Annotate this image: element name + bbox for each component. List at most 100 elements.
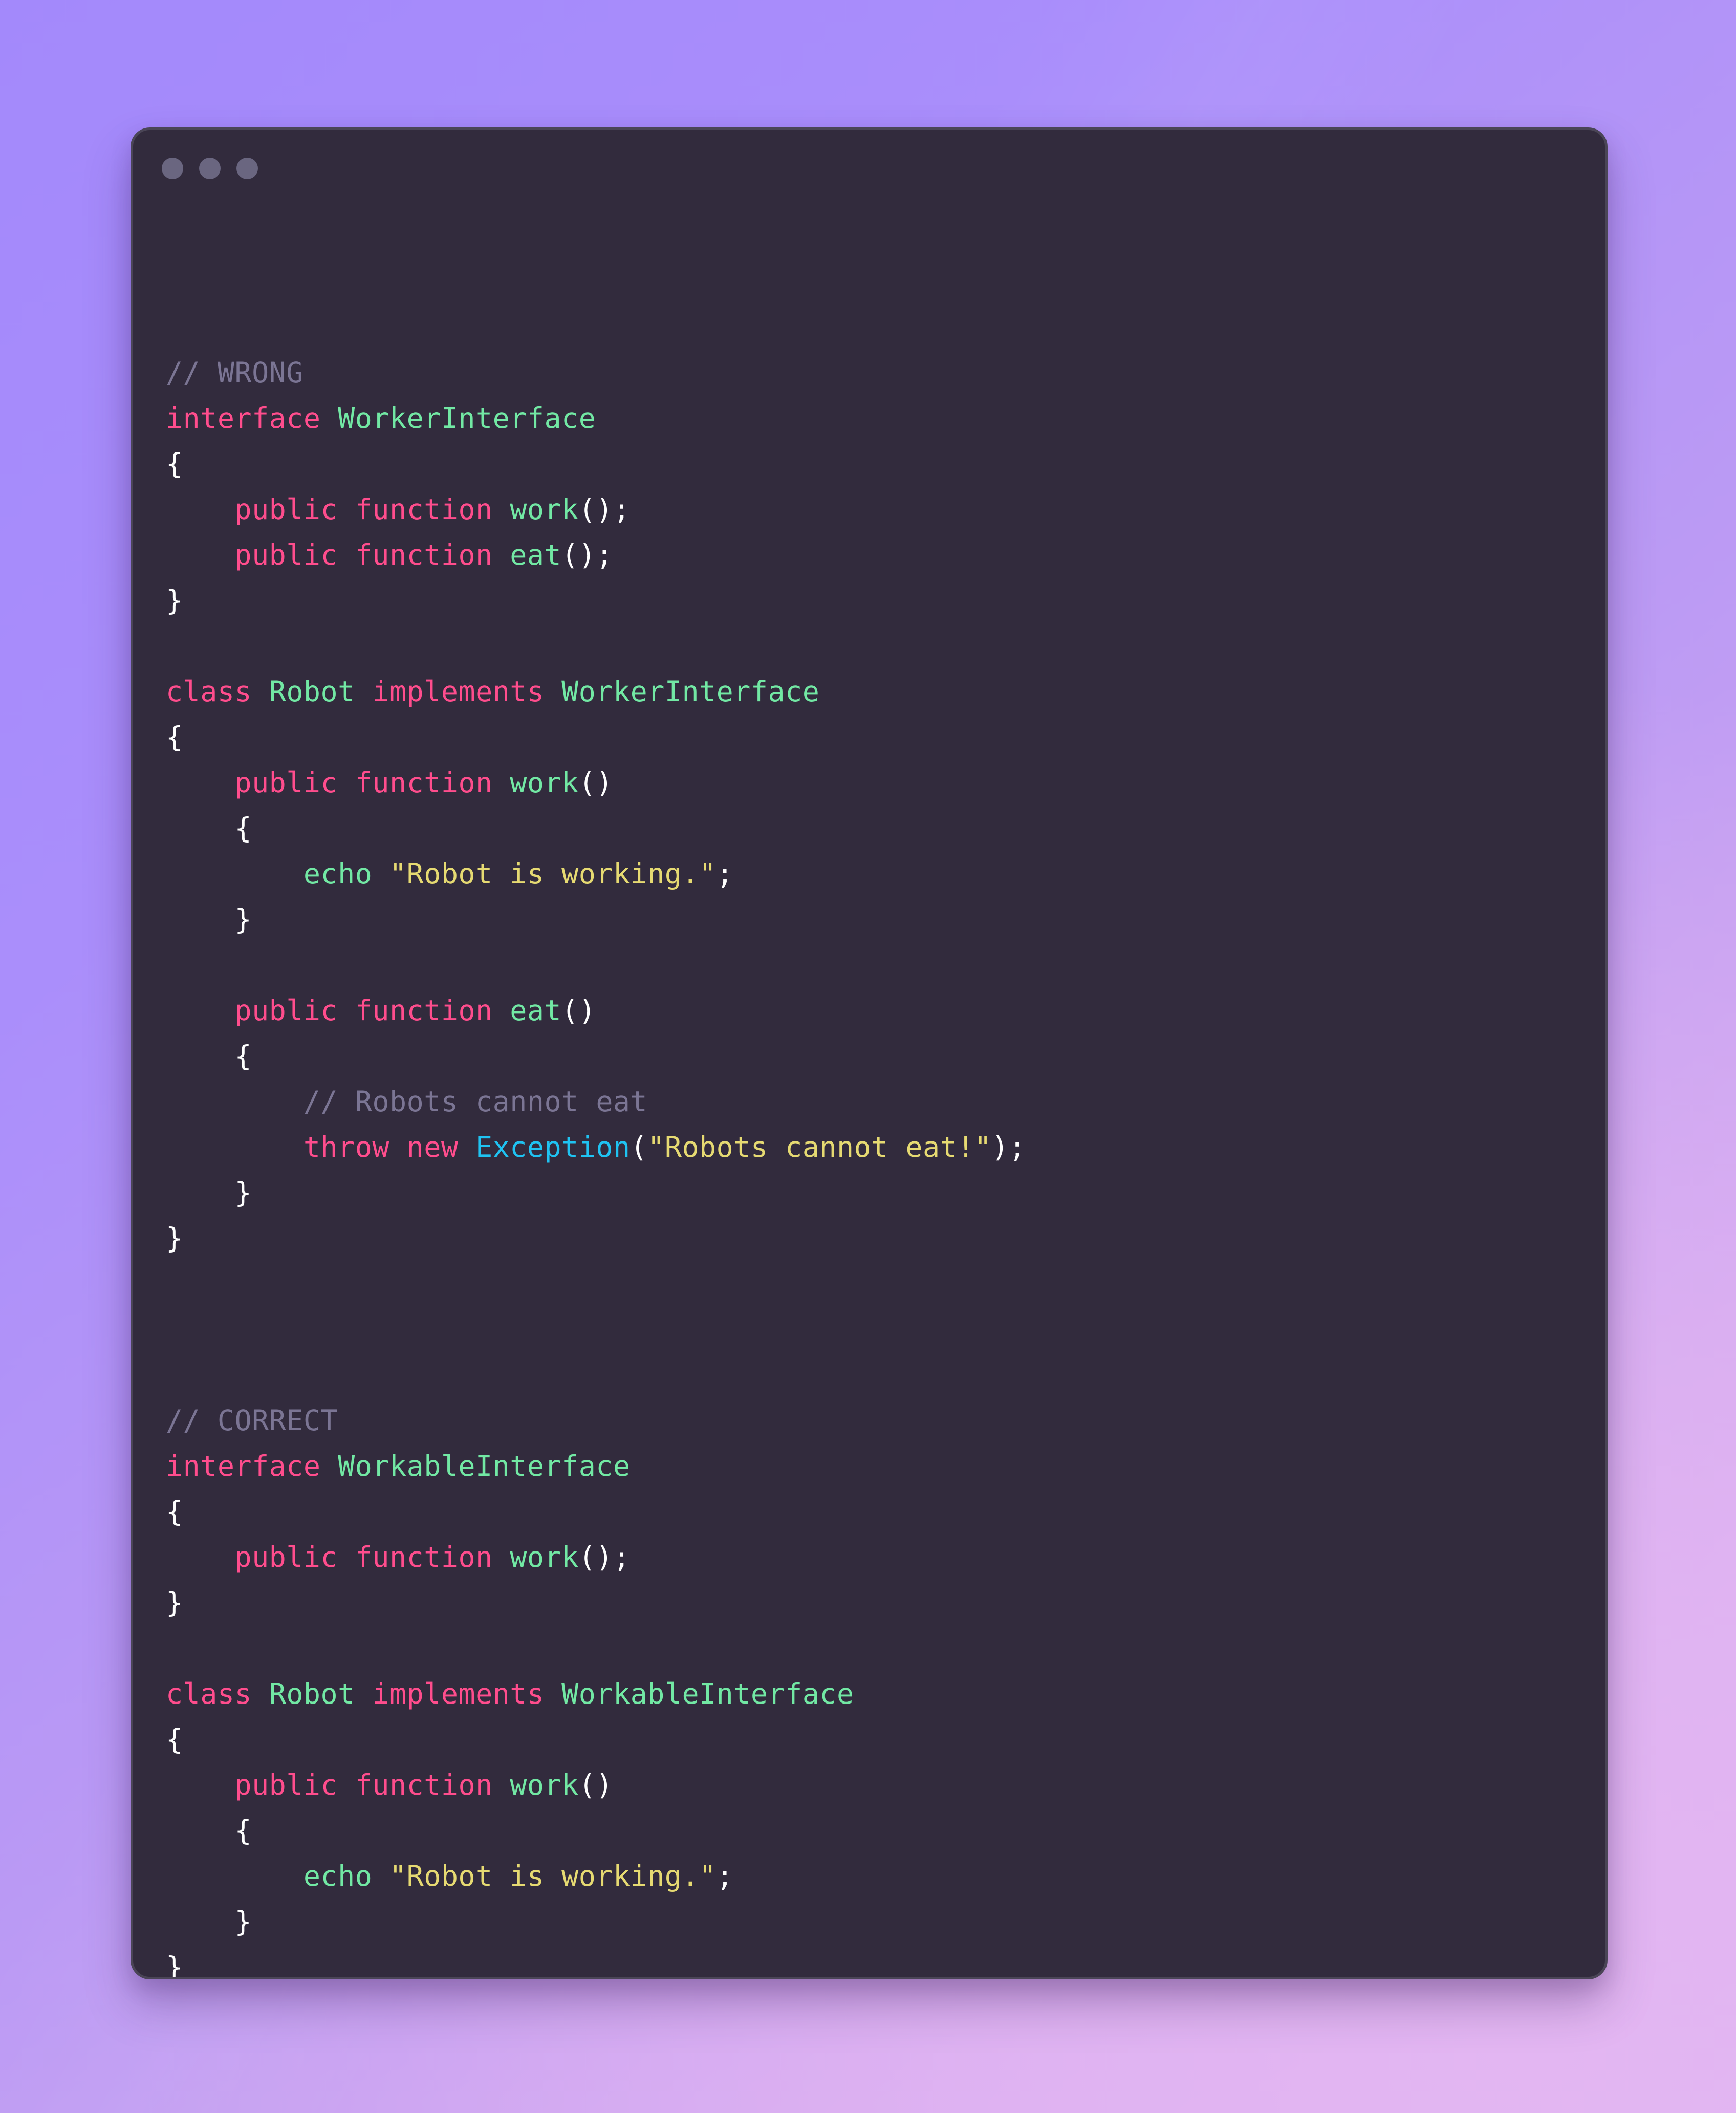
code-token-keyword: implements xyxy=(372,1677,545,1710)
code-token-type: WorkerInterface xyxy=(338,402,596,435)
code-token-string: "Robots cannot eat!" xyxy=(647,1131,992,1163)
code-token-punct: () xyxy=(578,766,613,799)
code-token-func: eat xyxy=(510,994,562,1027)
code-token-punct: } xyxy=(234,1905,252,1938)
code-line: // Robots cannot eat xyxy=(166,1079,1585,1125)
code-line: interface WorkerInterface xyxy=(166,396,1585,441)
code-line: } xyxy=(166,1216,1585,1261)
code-line: { xyxy=(166,441,1585,487)
code-token-punct: } xyxy=(234,903,252,936)
maximize-dot-icon[interactable] xyxy=(236,158,258,179)
code-token-punct: } xyxy=(166,584,183,617)
code-line: echo "Robot is working."; xyxy=(166,851,1585,897)
code-token-punct: () xyxy=(578,1769,613,1801)
code-line: // CORRECT xyxy=(166,1398,1585,1443)
code-token-keyword: public xyxy=(234,1769,338,1801)
code-line: throw new Exception("Robots cannot eat!"… xyxy=(166,1125,1585,1170)
code-token-keyword: function xyxy=(355,766,493,799)
code-token-func: echo xyxy=(303,857,373,890)
code-line: public function work() xyxy=(166,760,1585,806)
code-token-keyword: interface xyxy=(166,1450,321,1482)
code-token-punct: ( xyxy=(630,1131,648,1163)
close-dot-icon[interactable] xyxy=(162,158,183,179)
code-token-type: Robot xyxy=(269,675,355,708)
code-token-keyword: function xyxy=(355,1769,493,1801)
code-token-keyword: public xyxy=(234,538,338,571)
code-line: { xyxy=(166,806,1585,851)
code-token-string: "Robot is working." xyxy=(389,857,717,890)
code-token-comment: // Robots cannot eat xyxy=(303,1085,648,1118)
code-line: public function work(); xyxy=(166,487,1585,532)
code-line: } xyxy=(166,1945,1585,1979)
code-token-punct: { xyxy=(234,812,252,845)
code-token-punct: ); xyxy=(991,1131,1026,1163)
code-token-func: work xyxy=(510,1769,579,1801)
code-token-keyword: public xyxy=(234,994,338,1027)
code-line: { xyxy=(166,1033,1585,1079)
code-line: public function eat() xyxy=(166,988,1585,1033)
code-token-comment: // CORRECT xyxy=(166,1404,338,1437)
code-line: // WRONG xyxy=(166,350,1585,396)
code-line: echo "Robot is working."; xyxy=(166,1853,1585,1899)
code-line: } xyxy=(166,1170,1585,1216)
code-token-punct: } xyxy=(234,1176,252,1209)
code-line: class Robot implements WorkerInterface xyxy=(166,669,1585,715)
code-line: { xyxy=(166,1808,1585,1853)
code-token-keyword: implements xyxy=(372,675,545,708)
code-token-punct: (); xyxy=(578,493,631,526)
screenshot-canvas: // WRONG interface WorkerInterface { publi… xyxy=(0,0,1736,2113)
code-line: class Robot implements WorkableInterface xyxy=(166,1671,1585,1717)
code-token-type: WorkableInterface xyxy=(561,1677,854,1710)
code-token-punct: } xyxy=(166,1951,183,1979)
code-token-func: echo xyxy=(303,1860,373,1892)
code-token-type: WorkableInterface xyxy=(338,1450,631,1482)
code-line: } xyxy=(166,1580,1585,1626)
code-token-punct: { xyxy=(166,721,183,753)
code-token-keyword: function xyxy=(355,1541,493,1573)
code-line: } xyxy=(166,1899,1585,1945)
code-token-keyword: function xyxy=(355,538,493,571)
code-line: public function work(); xyxy=(166,1535,1585,1580)
code-line: public function eat(); xyxy=(166,532,1585,578)
code-token-type: Robot xyxy=(269,1677,355,1710)
code-token-func: work xyxy=(510,1541,579,1573)
minimize-dot-icon[interactable] xyxy=(199,158,221,179)
code-token-keyword: class xyxy=(166,675,252,708)
code-token-punct: () xyxy=(561,994,596,1027)
code-token-punct: { xyxy=(234,1814,252,1847)
code-token-keyword: new xyxy=(406,1131,459,1163)
code-token-punct: (); xyxy=(561,538,613,571)
code-line: } xyxy=(166,897,1585,942)
code-token-punct: { xyxy=(166,1495,183,1528)
code-token-punct: ; xyxy=(716,1860,734,1892)
code-token-keyword: public xyxy=(234,1541,338,1573)
code-token-func: eat xyxy=(510,538,562,571)
